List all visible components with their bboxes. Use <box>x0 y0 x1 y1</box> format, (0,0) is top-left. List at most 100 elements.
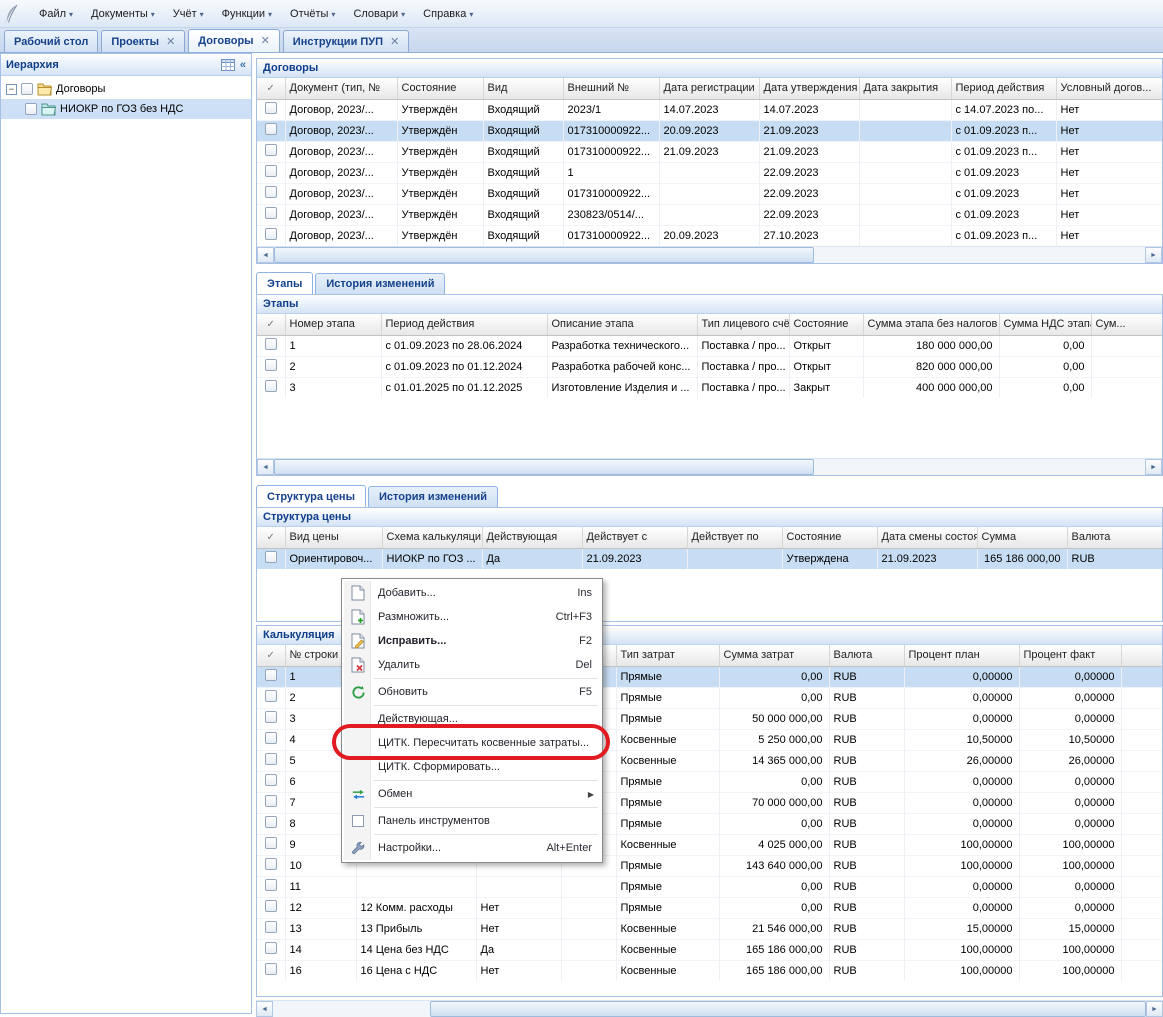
tab-stages[interactable]: Этапы <box>256 272 313 294</box>
tab-price-history[interactable]: История изменений <box>368 486 498 507</box>
row-checkbox[interactable] <box>265 732 277 744</box>
menu-item-add[interactable]: Добавить... Ins <box>344 581 600 605</box>
column-header[interactable]: Процент план <box>904 645 1019 666</box>
menu-reports[interactable]: Отчёты▾ <box>281 4 344 24</box>
row-checkbox[interactable] <box>265 774 277 786</box>
row-checkbox[interactable] <box>265 690 277 702</box>
table-row[interactable]: Ориентировоч...НИОКР по ГОЗ ...Да21.09.2… <box>257 548 1162 569</box>
table-row[interactable]: Договор, 2023/...УтверждёнВходящий230823… <box>257 204 1162 225</box>
column-header[interactable]: Действующая <box>482 527 582 548</box>
scroll-thumb[interactable] <box>274 459 814 475</box>
tree-checkbox[interactable] <box>21 83 33 95</box>
scroll-right-icon[interactable]: ► <box>1146 1001 1163 1017</box>
column-header[interactable]: Валюта <box>829 645 904 666</box>
row-checkbox[interactable] <box>265 123 277 135</box>
table-row[interactable]: Договор, 2023/...УтверждёнВходящий017310… <box>257 225 1162 246</box>
select-all-header[interactable]: ✓ <box>257 314 285 335</box>
stages-hscrollbar[interactable]: ◄ ► <box>257 458 1162 475</box>
row-checkbox[interactable] <box>265 380 277 392</box>
column-header[interactable]: Внешний № <box>563 78 659 99</box>
select-all-header[interactable]: ✓ <box>257 78 285 99</box>
column-header[interactable]: Период действия <box>381 314 547 335</box>
table-row[interactable]: 1212 Комм. расходыНетПрямые0,00RUB0,0000… <box>257 897 1162 918</box>
column-header[interactable]: Дата регистрации <box>659 78 759 99</box>
table-row[interactable]: 1с 01.09.2023 по 28.06.2024Разработка те… <box>257 335 1162 356</box>
tab-instructions[interactable]: Инструкции ПУП✕ <box>283 30 409 52</box>
row-checkbox[interactable] <box>265 753 277 765</box>
select-all-header[interactable]: ✓ <box>257 527 285 548</box>
row-checkbox[interactable] <box>265 551 277 563</box>
expander-icon[interactable]: − <box>6 84 17 95</box>
menu-item-settings[interactable]: Настройки... Alt+Enter <box>344 836 600 860</box>
menu-dictionaries[interactable]: Словари▾ <box>344 4 414 24</box>
column-header[interactable]: Валюта <box>1067 527 1162 548</box>
column-header[interactable]: Тип лицевого счёт <box>697 314 789 335</box>
column-header[interactable]: Процент факт <box>1019 645 1121 666</box>
row-checkbox[interactable] <box>265 921 277 933</box>
column-header[interactable]: Действует с <box>582 527 687 548</box>
row-checkbox[interactable] <box>265 359 277 371</box>
row-checkbox[interactable] <box>265 711 277 723</box>
table-row[interactable]: 3с 01.01.2025 по 01.12.2025Изготовление … <box>257 377 1162 398</box>
scroll-right-icon[interactable]: ► <box>1145 459 1162 475</box>
menu-accounting[interactable]: Учёт▾ <box>164 4 213 24</box>
table-row[interactable]: 1616 Цена с НДСНетКосвенные165 186 000,0… <box>257 960 1162 981</box>
scroll-thumb[interactable] <box>430 1001 1146 1017</box>
column-header[interactable]: Описание этапа <box>547 314 697 335</box>
column-header[interactable]: Вид <box>483 78 563 99</box>
table-row[interactable]: Договор, 2023/...УтверждёнВходящий017310… <box>257 183 1162 204</box>
row-checkbox[interactable] <box>265 858 277 870</box>
row-checkbox[interactable] <box>265 102 277 114</box>
scroll-left-icon[interactable]: ◄ <box>257 459 274 475</box>
row-checkbox[interactable] <box>265 816 277 828</box>
column-header[interactable]: Состояние <box>789 314 863 335</box>
row-checkbox[interactable] <box>265 669 277 681</box>
table-row[interactable]: Договор, 2023/...УтверждёнВходящий017310… <box>257 120 1162 141</box>
column-header[interactable]: Документ (тип, № <box>285 78 397 99</box>
scroll-left-icon[interactable]: ◄ <box>256 1001 273 1017</box>
menu-item-refresh[interactable]: Обновить F5 <box>344 680 600 704</box>
scroll-thumb[interactable] <box>274 247 814 263</box>
scroll-left-icon[interactable]: ◄ <box>257 247 274 263</box>
table-row[interactable]: 1414 Цена без НДСДаКосвенные165 186 000,… <box>257 939 1162 960</box>
menu-item-citk-recalc[interactable]: ЦИТК. Пересчитать косвенные затраты... <box>344 731 600 755</box>
tree-node-niokr[interactable]: НИОКР по ГОЗ без НДС <box>1 99 251 119</box>
main-hscrollbar[interactable]: ◄ ► <box>256 1000 1163 1017</box>
menu-file[interactable]: Файл▾ <box>30 4 82 24</box>
grid-view-icon[interactable] <box>221 59 235 71</box>
column-header[interactable] <box>1121 645 1162 666</box>
column-header[interactable]: Сумма <box>977 527 1067 548</box>
column-header[interactable]: Вид цены <box>285 527 382 548</box>
column-header[interactable]: Сум... <box>1091 314 1162 335</box>
row-checkbox[interactable] <box>265 228 277 240</box>
menu-functions[interactable]: Функции▾ <box>213 4 281 24</box>
column-header[interactable]: Дата закрытия <box>859 78 951 99</box>
tab-stages-history[interactable]: История изменений <box>315 273 445 294</box>
column-header[interactable]: Сумма этапа без налогов <box>863 314 999 335</box>
table-row[interactable]: Договор, 2023/...УтверждёнВходящий122.09… <box>257 162 1162 183</box>
column-header[interactable]: Действует по <box>687 527 782 548</box>
row-checkbox[interactable] <box>265 144 277 156</box>
tree-checkbox[interactable] <box>25 103 37 115</box>
tab-desktop[interactable]: Рабочий стол <box>4 30 98 52</box>
menu-item-duplicate[interactable]: Размножить... Ctrl+F3 <box>344 605 600 629</box>
column-header[interactable]: Условный догов... <box>1056 78 1162 99</box>
menu-help[interactable]: Справка▾ <box>414 4 482 24</box>
column-header[interactable]: Период действия <box>951 78 1056 99</box>
row-checkbox[interactable] <box>265 879 277 891</box>
menu-documents[interactable]: Документы▾ <box>82 4 164 24</box>
menu-item-citk-form[interactable]: ЦИТК. Сформировать... <box>344 755 600 779</box>
table-row[interactable]: 2с 01.09.2023 по 01.12.2024Разработка ра… <box>257 356 1162 377</box>
close-icon[interactable]: ✕ <box>390 37 399 47</box>
tab-contracts[interactable]: Договоры✕ <box>188 29 280 52</box>
column-header[interactable]: Дата утверждения <box>759 78 859 99</box>
table-row[interactable]: Договор, 2023/...УтверждёнВходящий017310… <box>257 141 1162 162</box>
menu-item-toolbar[interactable]: Панель инструментов <box>344 809 600 833</box>
column-header[interactable]: Сумма НДС этапа <box>999 314 1091 335</box>
menu-item-edit[interactable]: Исправить... F2 <box>344 629 600 653</box>
collapse-panel-icon[interactable]: « <box>240 59 246 71</box>
menu-item-exchange[interactable]: Обмен ▶ <box>344 782 600 806</box>
column-header[interactable]: Дата смены состоя <box>877 527 977 548</box>
row-checkbox[interactable] <box>265 207 277 219</box>
tab-price-structure[interactable]: Структура цены <box>256 485 366 507</box>
